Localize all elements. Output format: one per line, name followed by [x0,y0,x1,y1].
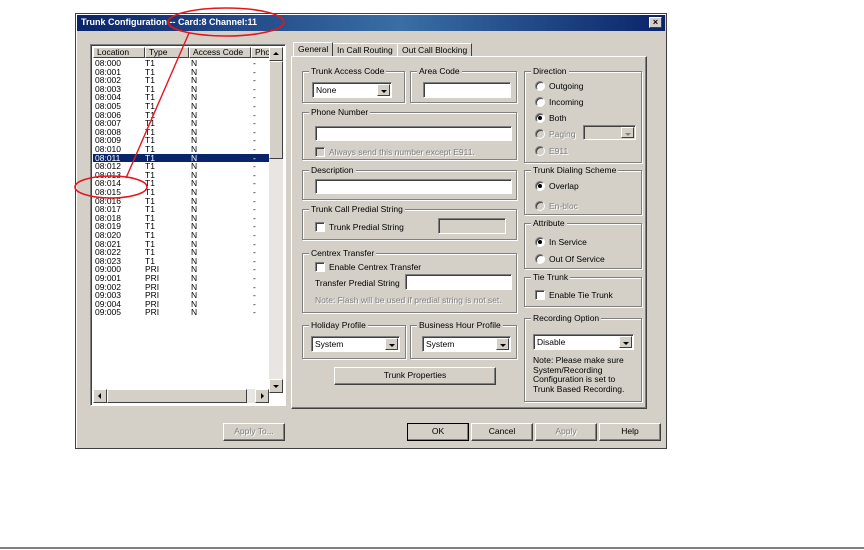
selected-row-highlight-circle [74,175,148,199]
title-highlight-circle [167,7,285,37]
annotation-overlay [0,7,864,549]
annotation-connector-line [125,32,190,179]
tab-general[interactable]: General [293,42,334,56]
